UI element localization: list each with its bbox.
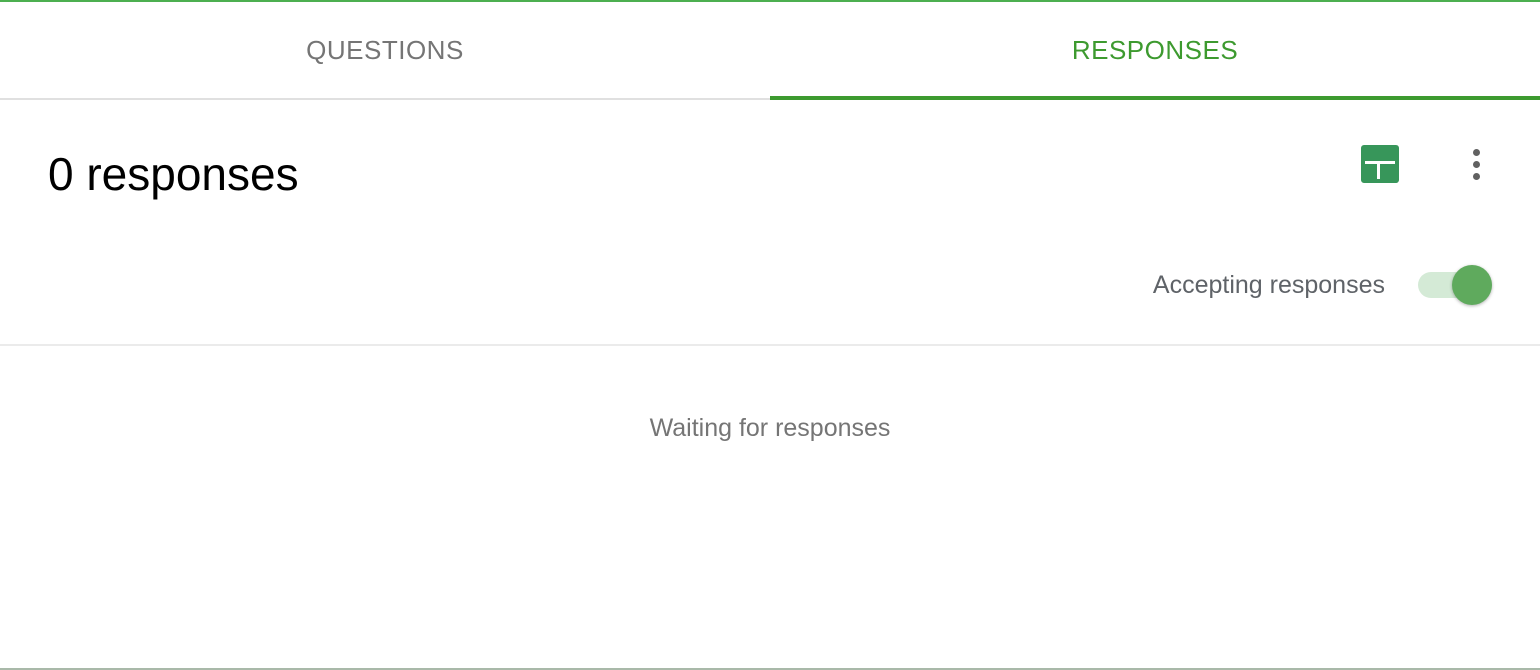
accepting-responses-label: Accepting responses [1152,271,1385,299]
more-vert-icon[interactable] [1455,143,1497,185]
toggle-thumb [1452,265,1492,305]
tab-questions[interactable]: QUESTIONS [0,2,770,98]
accepting-responses-toggle[interactable] [1416,264,1494,306]
empty-state-message: Waiting for responses [649,414,891,442]
responses-summary: 0 responses Accepting responses [0,98,1540,346]
google-sheets-icon[interactable] [1361,145,1399,183]
response-count: 0 responses [48,148,299,200]
tab-responses[interactable]: RESPONSES [770,2,1540,100]
tab-bar: QUESTIONS RESPONSES [0,2,1540,100]
